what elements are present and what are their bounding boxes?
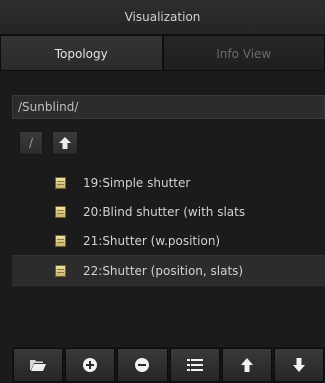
parent-folder-button[interactable] xyxy=(52,131,78,155)
arrow-up-icon xyxy=(59,137,71,149)
document-icon xyxy=(55,176,66,189)
list-view-button[interactable] xyxy=(169,348,220,382)
list-item-label: 21:Shutter (w.position) xyxy=(83,233,221,248)
list-item-selected[interactable]: 22:Shutter (position, slats) xyxy=(12,255,325,286)
file-list: 19:Simple shutter 20:Blind shutter (with… xyxy=(12,168,325,286)
move-up-button[interactable] xyxy=(221,348,272,382)
add-button[interactable] xyxy=(65,348,116,382)
document-icon xyxy=(55,205,66,218)
arrow-up-icon xyxy=(240,358,253,372)
remove-button[interactable] xyxy=(117,348,168,382)
path-field[interactable]: /Sunblind/ xyxy=(12,95,325,119)
open-folder-button[interactable] xyxy=(13,348,64,382)
tab-topology[interactable]: Topology xyxy=(0,35,163,71)
list-item[interactable]: 20:Blind shutter (with slats xyxy=(12,197,325,226)
list-item-label: 20:Blind shutter (with slats xyxy=(83,204,246,219)
bottom-toolbar xyxy=(12,347,325,383)
document-icon xyxy=(55,264,66,277)
folder-open-icon xyxy=(30,360,47,371)
minus-circle-icon xyxy=(135,358,150,372)
window-title: Visualization xyxy=(0,0,325,35)
plus-circle-icon xyxy=(83,358,98,372)
arrow-down-icon xyxy=(292,358,305,372)
root-folder-button[interactable]: / xyxy=(19,131,43,155)
tab-bar: Topology Info View xyxy=(0,35,325,71)
move-down-button[interactable] xyxy=(273,348,325,382)
tab-info-view[interactable]: Info View xyxy=(162,35,325,71)
list-item-label: 22:Shutter (position, slats) xyxy=(83,263,244,278)
document-icon xyxy=(55,234,66,247)
list-item-label: 19:Simple shutter xyxy=(83,175,191,190)
list-item[interactable]: 21:Shutter (w.position) xyxy=(12,226,325,255)
list-icon xyxy=(186,359,203,371)
list-item[interactable]: 19:Simple shutter xyxy=(12,168,325,197)
visualization-panel: Visualization Topology Info View /Sunbli… xyxy=(0,0,325,383)
